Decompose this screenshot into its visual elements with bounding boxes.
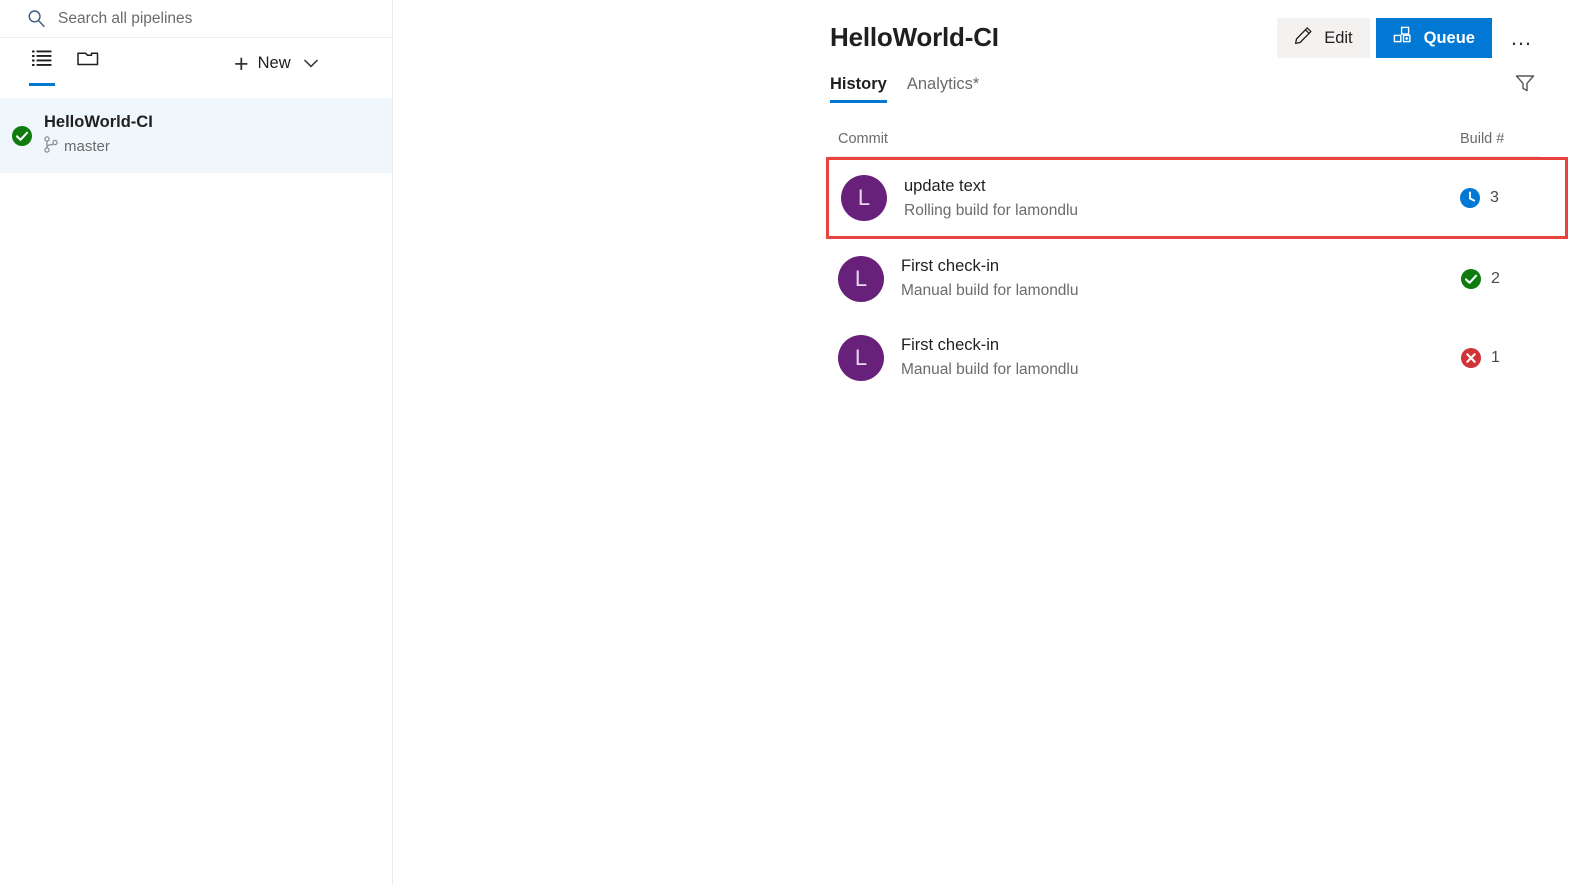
commit-subtitle: Manual build for lamondlu	[901, 361, 1079, 378]
more-options-button[interactable]: …	[1502, 27, 1542, 49]
tab-history[interactable]: History	[830, 75, 887, 103]
build-number: 2	[1491, 269, 1500, 287]
pipeline-tabs: History Analytics*	[830, 75, 979, 103]
queue-button-label: Queue	[1423, 28, 1475, 47]
column-header-commit: Commit	[838, 131, 888, 147]
row-commit-cell: L update text Rolling build for lamondlu	[829, 175, 1459, 221]
commit-title: update text	[904, 176, 986, 195]
table-row[interactable]: L update text Rolling build for lamondlu	[826, 157, 1568, 239]
avatar: L	[838, 255, 884, 302]
build-number: 1	[1491, 348, 1500, 366]
sidebar-item-label: HelloWorld-CI	[44, 113, 153, 131]
search-icon	[26, 9, 46, 29]
check-circle-icon	[11, 125, 33, 147]
builds-table: Commit Build # Branch L update text Roll…	[826, 122, 1568, 397]
table-header-row: Commit Build # Branch	[830, 122, 1540, 157]
main-content: HelloWorld-CI History Analytics* Edit Qu…	[393, 0, 1582, 884]
row-commit-cell: L First check-in Manual build for lamond…	[830, 334, 1460, 381]
column-header-build: Build #	[1460, 131, 1505, 147]
ellipsis-icon: …	[1510, 25, 1534, 50]
error-circle-icon	[1460, 347, 1482, 369]
avatar: L	[841, 175, 887, 221]
clock-icon	[1459, 187, 1481, 209]
row-build-cell: 2	[1460, 268, 1582, 290]
table-row[interactable]: L First check-in Manual build for lamond…	[830, 318, 1540, 397]
row-commit-cell: L First check-in Manual build for lamond…	[830, 255, 1460, 302]
app-root: + New HelloWorld-CI	[0, 0, 1582, 884]
search-input[interactable]	[58, 9, 358, 28]
pencil-icon	[1294, 26, 1313, 50]
page-title: HelloWorld-CI	[830, 22, 999, 52]
filter-icon	[1514, 72, 1536, 99]
edit-button-label: Edit	[1324, 28, 1353, 47]
pipelines-list-icon[interactable]	[29, 46, 55, 86]
pipelines-sidebar: + New HelloWorld-CI	[0, 0, 393, 884]
chevron-down-icon	[303, 58, 319, 69]
sidebar-toolbar: + New	[0, 38, 392, 98]
sidebar-item-branch: master	[44, 136, 153, 158]
sidebar-item-helloworld-ci[interactable]: HelloWorld-CI master	[0, 98, 392, 173]
row-build-cell: 3	[1459, 187, 1582, 209]
avatar: L	[838, 334, 884, 381]
queue-build-icon	[1393, 26, 1413, 50]
branch-icon	[44, 136, 58, 158]
new-pipeline-button[interactable]: + New	[228, 50, 325, 77]
tab-analytics[interactable]: Analytics*	[907, 75, 979, 103]
table-row[interactable]: L First check-in Manual build for lamond…	[830, 239, 1540, 318]
header-actions: Edit Queue …	[1277, 18, 1542, 58]
commit-title: First check-in	[901, 336, 1000, 354]
sidebar-view-toggles	[0, 46, 100, 86]
folder-icon[interactable]	[76, 46, 100, 70]
filter-button[interactable]	[1512, 72, 1538, 98]
sidebar-item-branch-label: master	[64, 138, 110, 155]
main-header: HelloWorld-CI History Analytics* Edit Qu…	[393, 0, 1582, 118]
commit-title: First check-in	[901, 257, 1000, 275]
commit-subtitle: Manual build for lamondlu	[901, 282, 1079, 299]
new-button-label: New	[257, 54, 291, 72]
edit-button[interactable]: Edit	[1277, 18, 1370, 58]
plus-icon: +	[234, 49, 249, 78]
queue-button[interactable]: Queue	[1375, 18, 1492, 58]
commit-subtitle: Rolling build for lamondlu	[904, 201, 1079, 219]
build-number: 3	[1490, 189, 1499, 206]
check-circle-icon	[1460, 268, 1482, 290]
row-build-cell: 1	[1460, 347, 1582, 369]
search-bar[interactable]	[0, 0, 392, 38]
sidebar-item-texts: HelloWorld-CI master	[44, 113, 153, 158]
